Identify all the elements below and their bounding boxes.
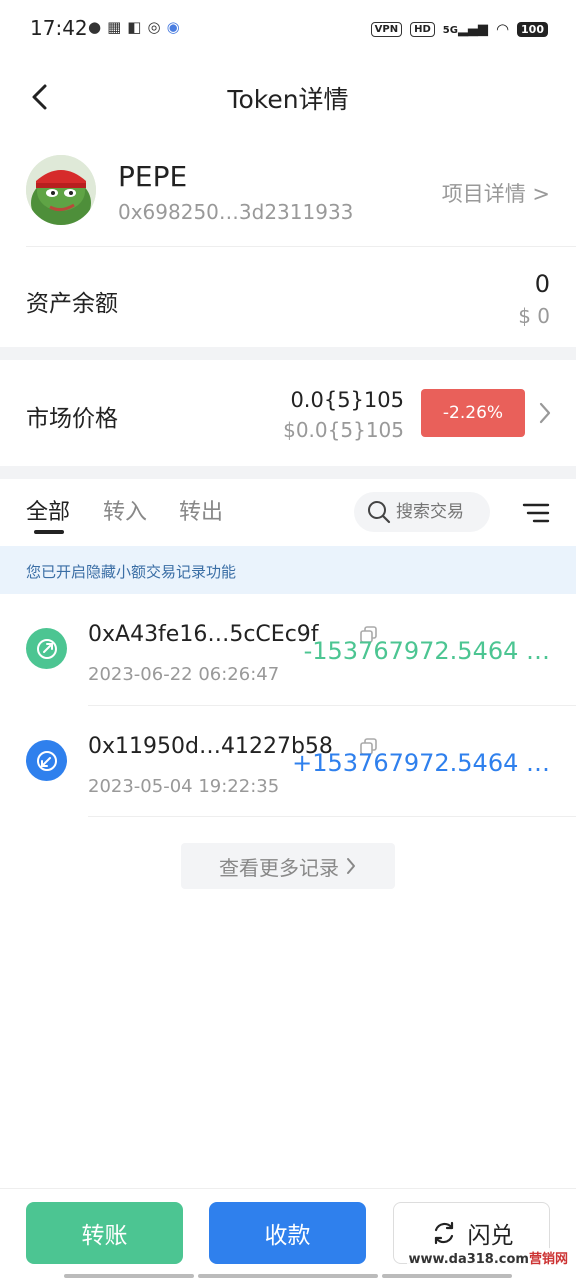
send-button[interactable]: 转账 <box>26 1202 183 1264</box>
status-time: 17:42 <box>30 16 88 40</box>
tx-amount: +153767972.5464 … <box>292 749 550 777</box>
tab-all[interactable]: 全部 <box>26 494 70 526</box>
search-box[interactable] <box>354 492 490 532</box>
project-details-link[interactable]: 项目详情 > <box>442 178 550 208</box>
battery-icon: 100 <box>517 21 548 37</box>
hd-icon: HD <box>410 21 435 37</box>
wifi-icon: ◠ <box>495 20 510 38</box>
notification-icons: ● ▦ ◧ ◎ ◉ <box>88 18 180 36</box>
balance-label: 资产余额 <box>26 291 118 317</box>
section-gap <box>0 466 576 479</box>
swap-icon <box>434 1221 453 1245</box>
app-icon: ◎ <box>147 18 161 36</box>
small-tx-hidden-notice: 您已开启隐藏小额交易记录功能 <box>0 546 576 594</box>
divider <box>88 816 576 817</box>
market-price-label: 市场价格 <box>26 406 118 432</box>
token-contract-address: 0x698250…3d2311933 <box>118 200 354 224</box>
chevron-right-icon[interactable] <box>536 400 554 426</box>
divider <box>88 705 576 706</box>
signal-icon: 5G▂▄▆ <box>442 21 488 37</box>
filter-icon[interactable] <box>522 500 550 526</box>
tab-outgoing[interactable]: 转出 <box>179 494 223 526</box>
pepe-logo-icon <box>26 155 96 225</box>
token-name: PEPE <box>118 160 188 193</box>
app-icon: ◉ <box>166 18 180 36</box>
section-gap <box>0 347 576 360</box>
active-tab-indicator <box>34 530 64 534</box>
tx-amount: -153767972.5464 … <box>303 637 550 665</box>
divider <box>0 1188 576 1189</box>
home-indicator <box>64 1274 194 1278</box>
system-indicators: VPN HD 5G▂▄▆ ◠ 100 <box>370 20 548 38</box>
divider <box>26 246 576 247</box>
swap-label: 闪兑 <box>467 1223 514 1249</box>
vpn-icon: VPN <box>370 21 403 37</box>
tx-time: 2023-06-22 06:26:47 <box>88 664 280 685</box>
market-price-usd: $0.0{5}105 <box>283 418 404 442</box>
status-bar: 17:42 ● ▦ ◧ ◎ ◉ VPN HD 5G▂▄▆ ◠ 100 <box>0 0 576 60</box>
send-icon <box>26 628 67 669</box>
wechat-icon: ● <box>88 18 102 36</box>
receive-button[interactable]: 收款 <box>209 1202 366 1264</box>
balance-amount: 0 <box>534 270 550 298</box>
chevron-right-icon <box>347 858 355 874</box>
watermark: www.da318.com营销网 <box>406 1248 570 1267</box>
tx-address: 0xA43fe16…5cCEc9f <box>88 622 319 647</box>
price-change-badge: -2.26% <box>421 389 525 437</box>
app-icon: ▦ <box>107 18 122 36</box>
tab-incoming[interactable]: 转入 <box>103 494 147 526</box>
search-icon <box>368 501 391 524</box>
market-price-value: 0.0{5}105 <box>290 388 404 412</box>
tx-time: 2023-05-04 19:22:35 <box>88 776 280 797</box>
search-input[interactable] <box>396 502 488 522</box>
view-more-label: 查看更多记录 <box>219 855 339 880</box>
balance-usd: $ 0 <box>518 304 550 328</box>
home-indicator <box>382 1274 512 1278</box>
view-more-records-button[interactable]: 查看更多记录 <box>181 843 395 889</box>
page-title: Token详情 <box>227 85 349 114</box>
receive-icon <box>26 740 67 781</box>
home-indicator <box>198 1274 378 1278</box>
token-avatar <box>26 155 96 225</box>
notice-text: 您已开启隐藏小额交易记录功能 <box>26 563 237 581</box>
app-icon: ◧ <box>127 18 142 36</box>
